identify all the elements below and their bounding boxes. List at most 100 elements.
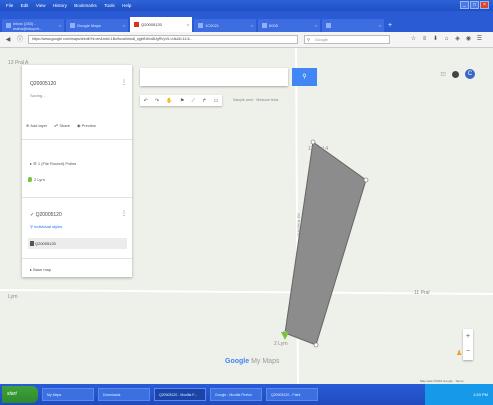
start-button[interactable]: start [2,386,38,403]
redo-icon[interactable]: ↷ [155,98,159,104]
layer-1-name: 1 (File Routed) Polies [37,161,77,166]
layer-1-header[interactable]: ▸ ☰ 1 (File Routed) Polies [30,161,76,166]
style-label: Individual styles [34,224,63,229]
tab-inbox[interactable]: Inbox (283) - mahu@nkcprit... × [2,19,64,32]
add-layer-button[interactable]: ⊕ Add layer [26,123,47,128]
menu-tools[interactable]: Tools [104,3,115,8]
vertex-handle[interactable] [313,342,319,348]
pegman-icon[interactable]: ♟ [456,349,462,357]
info-icon[interactable]: ⓘ [16,36,24,44]
clock: 1:53 PM [473,392,488,397]
system-tray: 1:53 PM [425,384,493,405]
layer-options-icon[interactable]: ⋮ [121,210,127,217]
browser-menu: File Edit View History Bookmarks Tools H… [0,3,131,9]
star-icon[interactable]: ☆ [410,35,417,43]
notifications-icon[interactable] [452,70,459,78]
individual-styles-link[interactable]: ⚲ Individual styles [30,224,62,229]
menu-view[interactable]: View [36,3,46,8]
map-canvas[interactable]: 13 Pral A 5 Lyrn B Lyrn 13 Pral 4 11 Pra… [0,48,493,384]
search-button[interactable]: ⚲ [292,68,317,86]
tab-label: Inbox (283) - mahu@nkcprit... [13,20,43,31]
add-marker-icon[interactable]: ⚑ [180,98,184,104]
hamburger-menu-icon[interactable]: ☰ [476,35,483,43]
close-tab-icon[interactable]: × [59,23,61,28]
screen: File Edit View History Bookmarks Tools H… [0,0,493,405]
layer-2-item-label: Q20005120 [35,241,56,246]
taskbar-item[interactable]: Downloads [98,388,150,401]
taskbar-item[interactable]: Google - Mozilla Firefox [210,388,262,401]
close-window-button[interactable]: × [480,1,489,9]
menu-bookmarks[interactable]: Bookmarks [74,3,97,8]
hand-icon[interactable]: ✋ [166,98,172,104]
close-tab-icon[interactable]: × [187,22,189,27]
url-bar[interactable]: https://www.google.com/maps/d/edit?hl=en… [28,35,298,44]
map-search-input[interactable] [140,68,288,86]
undo-icon[interactable]: ↶ [144,98,148,104]
menu-file[interactable]: File [6,3,13,8]
divider [22,197,132,198]
zoom-out-button[interactable]: − [463,344,473,359]
layer-1-item-label: 2 Lyrn [34,177,45,182]
close-tab-icon[interactable]: × [251,23,253,28]
divider [22,258,132,259]
polygon-icon [30,241,34,246]
tab-google-maps[interactable]: Google Maps × [66,19,128,32]
tab-my-map[interactable]: Q20005120 × [130,17,192,32]
avatar[interactable]: C [465,69,475,79]
layer-2-title[interactable]: ✓ Q20005120 [30,212,62,218]
vertex-handle[interactable] [310,139,316,145]
zoom-control: + − [463,329,473,360]
map-marker-icon[interactable] [281,332,289,340]
close-tab-icon[interactable]: × [315,23,317,28]
share-label: Share [59,123,71,128]
tab-6[interactable]: × [322,19,384,32]
download-icon[interactable]: ⬇ [432,35,439,43]
layer-2-name: Q20005120 [35,212,62,218]
layer-2-item[interactable]: Q20005120 [28,238,127,249]
account-area: ⁝⁝⁝ C [440,69,475,79]
close-tab-icon[interactable]: × [123,23,125,28]
directions-icon[interactable]: ↱ [202,98,206,104]
vertex-handle[interactable] [363,177,369,183]
page-icon [198,23,203,28]
taskbar-item[interactable]: My Maps [42,388,94,401]
page-icon [326,23,331,28]
windows-taskbar: start My Maps Downloads Q20005120 - Mozi… [0,384,493,405]
zoom-in-button[interactable]: + [463,329,473,344]
tab-5[interactable]: 6005 × [258,19,320,32]
draw-line-icon[interactable]: ⟋ [192,98,196,104]
tab-4[interactable]: 1C0021 × [194,19,256,32]
apps-grid-icon[interactable]: ⁝⁝⁝ [440,71,446,78]
measure-icon[interactable]: ▭ [214,98,219,104]
menu-help[interactable]: Help [122,3,131,8]
tab-label: Q20005120 [141,22,162,27]
minimize-button[interactable]: _ [460,1,469,9]
map-title[interactable]: Q20005120 [30,81,56,87]
base-map-toggle[interactable]: ▸ Base map [30,267,51,272]
share-button[interactable]: ☍ Share [54,123,70,128]
maximize-button[interactable]: □ [470,1,479,9]
map-label: 2 Lyrn [274,341,288,347]
back-icon[interactable]: ◀ [4,36,12,44]
new-tab-button[interactable]: + [388,22,398,32]
preview-button[interactable]: ◉ Preview [77,123,96,128]
window-controls: _ □ × [460,1,489,9]
close-tab-icon[interactable]: × [379,23,381,28]
chat-icon[interactable]: ◉ [465,35,472,43]
reading-list-icon[interactable]: ≡ [421,35,428,43]
shield-icon[interactable]: ◈ [454,35,461,43]
layer-1-item[interactable]: 2 Lyrn [28,177,45,182]
taskbar-item[interactable]: Q20005120 - Mozilla F... [154,388,206,401]
add-layer-label: Add layer [30,123,48,128]
tab-label: 6005 [269,23,278,28]
home-icon[interactable]: ⌂ [443,35,450,43]
browser-tools: ☆ ≡ ⬇ ⌂ ◈ ◉ ☰ [410,35,483,43]
tab-label: Google Maps [77,23,101,28]
taskbar-item[interactable]: Q20005120 - Paint [266,388,318,401]
map-options-icon[interactable]: ⋮ [121,79,127,86]
menu-edit[interactable]: Edit [21,3,29,8]
my-maps-icon [134,22,139,27]
menu-history[interactable]: History [53,3,67,8]
browser-search-input[interactable]: ⚲ Google [304,35,390,44]
navigation-toolbar: ◀ ⓘ https://www.google.com/maps/d/edit?h… [0,32,493,48]
